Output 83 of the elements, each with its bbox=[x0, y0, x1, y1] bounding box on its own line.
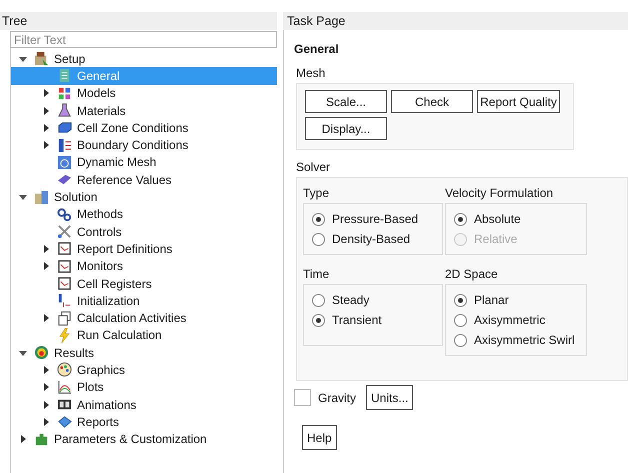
tree-item[interactable]: Animations bbox=[11, 396, 277, 414]
gears-icon bbox=[57, 206, 72, 222]
tree-item[interactable]: Report Definitions bbox=[11, 240, 277, 258]
panel-title: Tree bbox=[0, 12, 277, 30]
radio-option[interactable]: Absolute bbox=[454, 209, 578, 229]
radio-option[interactable]: Axisymmetric Swirl bbox=[454, 330, 578, 350]
mesh-button[interactable]: Report Quality bbox=[477, 90, 560, 113]
tree-item[interactable]: Methods bbox=[11, 206, 277, 223]
stack-icon bbox=[57, 310, 72, 326]
tree-item[interactable]: Plots bbox=[11, 378, 277, 396]
radio-option[interactable]: Steady bbox=[312, 290, 434, 310]
bolt-icon bbox=[57, 328, 72, 343]
radio-option[interactable]: Transient bbox=[312, 310, 434, 330]
group-label: Velocity Formulation bbox=[445, 186, 554, 200]
expand-arrow-icon[interactable] bbox=[42, 366, 50, 374]
group-label: Time bbox=[303, 267, 330, 281]
units-button[interactable]: Units... bbox=[366, 385, 414, 410]
radio-button[interactable] bbox=[312, 294, 325, 306]
box-icon bbox=[34, 51, 49, 66]
tree-item[interactable]: Run Calculation bbox=[11, 326, 277, 344]
group-label: 2D Space bbox=[445, 267, 499, 281]
tree-item[interactable]: Reports bbox=[11, 413, 277, 431]
group-label: Type bbox=[303, 186, 330, 200]
expand-arrow-icon[interactable] bbox=[19, 435, 27, 444]
expand-arrow-icon[interactable] bbox=[42, 244, 50, 253]
radio-button[interactable] bbox=[454, 294, 467, 306]
radio-option[interactable]: Pressure-Based bbox=[312, 209, 434, 229]
tree-item[interactable]: Models bbox=[11, 84, 277, 102]
radio-button[interactable] bbox=[312, 232, 325, 246]
tree-item[interactable]: Dynamic Mesh bbox=[11, 154, 277, 172]
radio-button[interactable] bbox=[454, 212, 467, 226]
expand-arrow-icon[interactable] bbox=[42, 383, 50, 392]
tree-item[interactable]: Cell Registers bbox=[11, 274, 277, 292]
expand-arrow-icon[interactable] bbox=[42, 141, 50, 150]
mesh-button[interactable]: Check bbox=[391, 90, 473, 113]
tree-item[interactable]: Boundary Conditions bbox=[11, 136, 277, 154]
collapse-arrow-icon[interactable] bbox=[19, 54, 27, 63]
panel-title: Task Page bbox=[283, 12, 628, 30]
slab-icon bbox=[57, 120, 72, 136]
palette-icon bbox=[57, 362, 72, 378]
radio-button[interactable] bbox=[454, 334, 467, 346]
section-label: Mesh bbox=[296, 66, 326, 80]
sphere-icon bbox=[34, 345, 49, 360]
section-label: Solver bbox=[296, 160, 332, 174]
radio-option[interactable]: Axisymmetric bbox=[454, 310, 578, 330]
mesh-button[interactable]: Display... bbox=[305, 117, 387, 140]
tree-item[interactable]: Initialization bbox=[11, 292, 277, 310]
tree-item[interactable]: Controls bbox=[11, 222, 277, 240]
radio-button[interactable] bbox=[312, 314, 325, 326]
sheet-icon bbox=[57, 68, 72, 84]
gravity-checkbox[interactable] bbox=[294, 389, 311, 406]
expand-arrow-icon[interactable] bbox=[42, 89, 50, 98]
radio-button[interactable] bbox=[312, 212, 325, 226]
tree-item[interactable]: Monitors bbox=[11, 258, 277, 275]
radio-button[interactable] bbox=[454, 314, 467, 326]
tools-icon bbox=[57, 224, 72, 240]
tree-item[interactable]: Calculation Activities bbox=[11, 309, 277, 327]
tree-item[interactable]: Solution bbox=[11, 188, 277, 206]
page-heading: General bbox=[294, 42, 340, 56]
tree-item[interactable]: Parameters & Customization bbox=[11, 430, 277, 448]
grid-icon bbox=[57, 86, 72, 101]
chart-icon bbox=[57, 258, 72, 274]
mesh-button[interactable]: Scale... bbox=[305, 90, 387, 113]
tree-item[interactable]: Results bbox=[11, 344, 277, 362]
expand-arrow-icon[interactable] bbox=[42, 314, 50, 322]
radio-option[interactable]: Density-Based bbox=[312, 229, 434, 249]
collapse-arrow-icon[interactable] bbox=[19, 348, 27, 357]
tree-item[interactable]: Materials bbox=[11, 102, 277, 120]
expand-arrow-icon[interactable] bbox=[42, 262, 50, 270]
filter-field[interactable]: Filter Text bbox=[10, 31, 277, 48]
boundary-icon bbox=[57, 138, 72, 153]
collapse-arrow-icon[interactable] bbox=[19, 193, 27, 202]
tree-item[interactable]: Graphics bbox=[11, 361, 277, 379]
flask-icon bbox=[57, 103, 72, 118]
checkbox-label: Gravity bbox=[318, 390, 356, 404]
chart-icon bbox=[57, 241, 72, 256]
tree-item[interactable]: Reference Values bbox=[11, 171, 277, 188]
chart-icon bbox=[57, 276, 72, 291]
help-button[interactable]: Help bbox=[302, 425, 337, 450]
plot-icon bbox=[57, 380, 72, 395]
tree-item[interactable]: Cell Zone Conditions bbox=[11, 119, 277, 136]
tree-item[interactable]: Setup bbox=[11, 50, 277, 68]
radio-option[interactable]: Planar bbox=[454, 290, 578, 310]
